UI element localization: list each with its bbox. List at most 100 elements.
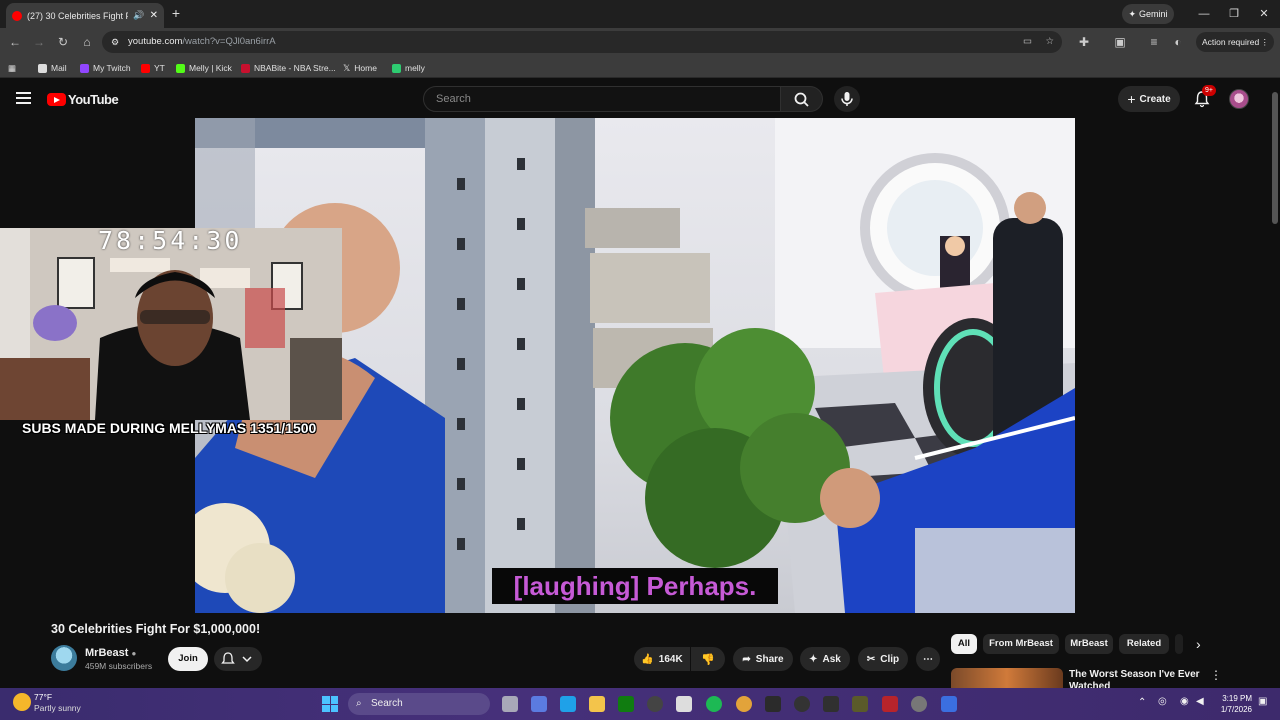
bookmark-label: My Twitch <box>93 63 131 73</box>
clock-date: 1/7/2026 <box>1220 705 1252 714</box>
channel-subscriber-count: 459M subscribers <box>85 661 153 671</box>
chip-from-mrbeast[interactable]: From MrBeast <box>983 634 1059 654</box>
recommended-video-title[interactable]: The Worst Season I've Ever Watched <box>1069 669 1209 688</box>
thumbs-up-icon: 👍 <box>641 653 654 665</box>
file-explorer-icon[interactable] <box>589 696 605 712</box>
page-scrollbar[interactable] <box>1270 80 1280 688</box>
bookmark-my-twitch[interactable]: My Twitch <box>80 61 131 75</box>
chip-partial[interactable] <box>1175 634 1183 654</box>
search-input[interactable]: Search <box>423 86 781 112</box>
chip-all[interactable]: All <box>951 634 977 654</box>
photo-app-icon[interactable] <box>852 696 868 712</box>
volume-icon[interactable]: ◀ <box>1196 696 1204 707</box>
kick-icon <box>392 63 401 73</box>
restore-button[interactable]: ❐ <box>1226 6 1242 22</box>
taskbar-search[interactable]: ⌕ Search <box>348 693 490 715</box>
back-arrow-icon[interactable]: ← <box>7 34 23 50</box>
extensions-icon[interactable]: ✚ <box>1076 34 1092 50</box>
wifi-icon[interactable]: ◉ <box>1180 696 1189 707</box>
bookmark-star-icon[interactable]: ☆ <box>1045 31 1054 53</box>
task-view-icon[interactable] <box>502 696 518 712</box>
headset-icon[interactable]: ◎ <box>1158 696 1167 707</box>
share-arrow-icon: ➦ <box>742 653 751 665</box>
tab-search-icon[interactable]: ▣ <box>1112 34 1128 50</box>
xbox-icon[interactable] <box>618 696 634 712</box>
bookmark-home[interactable]: 𝕏 Home <box>343 61 377 75</box>
hamburger-menu-icon[interactable] <box>16 92 31 104</box>
clip-label: Clip <box>880 653 900 665</box>
chip-mrbeast[interactable]: MrBeast <box>1065 634 1113 654</box>
voice-search-button[interactable] <box>834 86 860 112</box>
forward-arrow-icon[interactable]: → <box>31 34 47 50</box>
bookmark-nbabite[interactable]: NBABite - NBA Stre... <box>241 61 336 75</box>
bookmark-label: Mail <box>51 63 67 73</box>
github-icon[interactable] <box>647 696 663 712</box>
profile-icon[interactable]: ◐ <box>1170 34 1186 50</box>
roblox-icon[interactable] <box>941 696 957 712</box>
store-icon[interactable] <box>676 696 692 712</box>
channel-avatar[interactable] <box>51 645 77 671</box>
terminal-icon[interactable] <box>765 696 781 712</box>
bookmark-melly[interactable]: melly <box>392 61 425 75</box>
home-icon[interactable]: ⌂ <box>79 34 95 50</box>
chevron-right-icon[interactable]: › <box>1196 636 1201 652</box>
search-button[interactable] <box>781 86 823 112</box>
share-button[interactable]: ➦ Share <box>733 647 793 671</box>
chip-related[interactable]: Related <box>1119 634 1169 654</box>
bookmark-yt[interactable]: YT <box>141 61 165 75</box>
url-path: /watch?v=QJl0an6irrA <box>182 36 276 47</box>
more-actions-button[interactable]: ⋯ <box>916 647 940 671</box>
scrollbar-thumb[interactable] <box>1272 92 1278 224</box>
bookmark-melly-kick[interactable]: Melly | Kick <box>176 61 232 75</box>
spotify-icon[interactable] <box>706 696 722 712</box>
edge-icon[interactable] <box>560 696 576 712</box>
ask-button[interactable]: ✦ Ask <box>800 647 850 671</box>
weather-temperature[interactable]: 77°F <box>34 692 52 702</box>
weather-condition[interactable]: Partly sunny <box>34 703 81 713</box>
create-button[interactable]: + Create <box>1118 86 1180 112</box>
apps-grid-icon[interactable]: ▦ <box>8 61 16 75</box>
settings-gear-icon[interactable] <box>911 696 927 712</box>
account-avatar[interactable] <box>1229 89 1249 109</box>
like-button[interactable]: 👍 164K <box>634 647 690 671</box>
weather-sun-icon[interactable] <box>13 693 31 711</box>
taskbar-clock[interactable]: 3:19 PM 1/7/2026 <box>1218 693 1252 715</box>
kebab-menu-icon[interactable]: ⋮ <box>1261 32 1270 52</box>
browser-tab-strip: (27) 30 Celebrities Fight For 🔊 ✕ + ✦ Ge… <box>0 0 1280 28</box>
youtube-logo[interactable]: YouTube <box>47 92 119 107</box>
notification-center-icon[interactable]: ▣ <box>1258 696 1267 707</box>
bookmark-mail[interactable]: Mail <box>38 61 67 75</box>
chevron-up-icon[interactable]: ⌃ <box>1138 697 1146 708</box>
channel-name[interactable]: MrBeast ● <box>85 647 136 659</box>
pdf-app-icon[interactable] <box>882 696 898 712</box>
action-required-button[interactable]: Action required ⋮ <box>1196 32 1274 52</box>
subscribed-bell-button[interactable] <box>214 647 262 671</box>
media-player-icon[interactable] <box>794 696 810 712</box>
browser-tab[interactable]: (27) 30 Celebrities Fight For 🔊 ✕ <box>6 3 164 28</box>
new-tab-button[interactable]: + <box>168 5 184 21</box>
minimize-button[interactable]: — <box>1196 6 1212 22</box>
tab-title: (27) 30 Celebrities Fight For <box>27 10 129 21</box>
mail-icon <box>38 63 47 73</box>
windows-start-icon[interactable] <box>322 696 338 712</box>
clip-button[interactable]: ✂ Clip <box>858 647 908 671</box>
chrome-icon[interactable] <box>736 696 752 712</box>
window-close-button[interactable]: ✕ <box>1256 6 1272 22</box>
address-bar[interactable]: ⚙ youtube.com/watch?v=QJl0an6irrA ▭ ☆ <box>102 31 1062 53</box>
tab-close-icon[interactable]: ✕ <box>150 10 158 21</box>
site-info-icon[interactable]: ⚙ <box>111 31 119 53</box>
join-button[interactable]: Join <box>168 647 208 671</box>
dislike-button[interactable]: 👎 <box>691 647 725 671</box>
reload-icon[interactable]: ↻ <box>55 34 71 50</box>
channel-name-text: MrBeast <box>85 647 129 659</box>
speaker-icon[interactable]: 🔊 <box>133 10 144 21</box>
like-count: 164K <box>658 653 683 665</box>
copilot-icon[interactable] <box>531 696 547 712</box>
install-icon[interactable]: ▭ <box>1023 31 1032 53</box>
bookmark-label: NBABite - NBA Stre... <box>254 63 336 73</box>
rec-more-icon[interactable]: ⋮ <box>1210 668 1222 682</box>
media-controls-icon[interactable]: ≡ <box>1146 34 1162 50</box>
twitch-icon <box>80 63 89 73</box>
capcut-icon[interactable] <box>823 696 839 712</box>
gemini-button[interactable]: ✦ Gemini <box>1122 4 1174 24</box>
